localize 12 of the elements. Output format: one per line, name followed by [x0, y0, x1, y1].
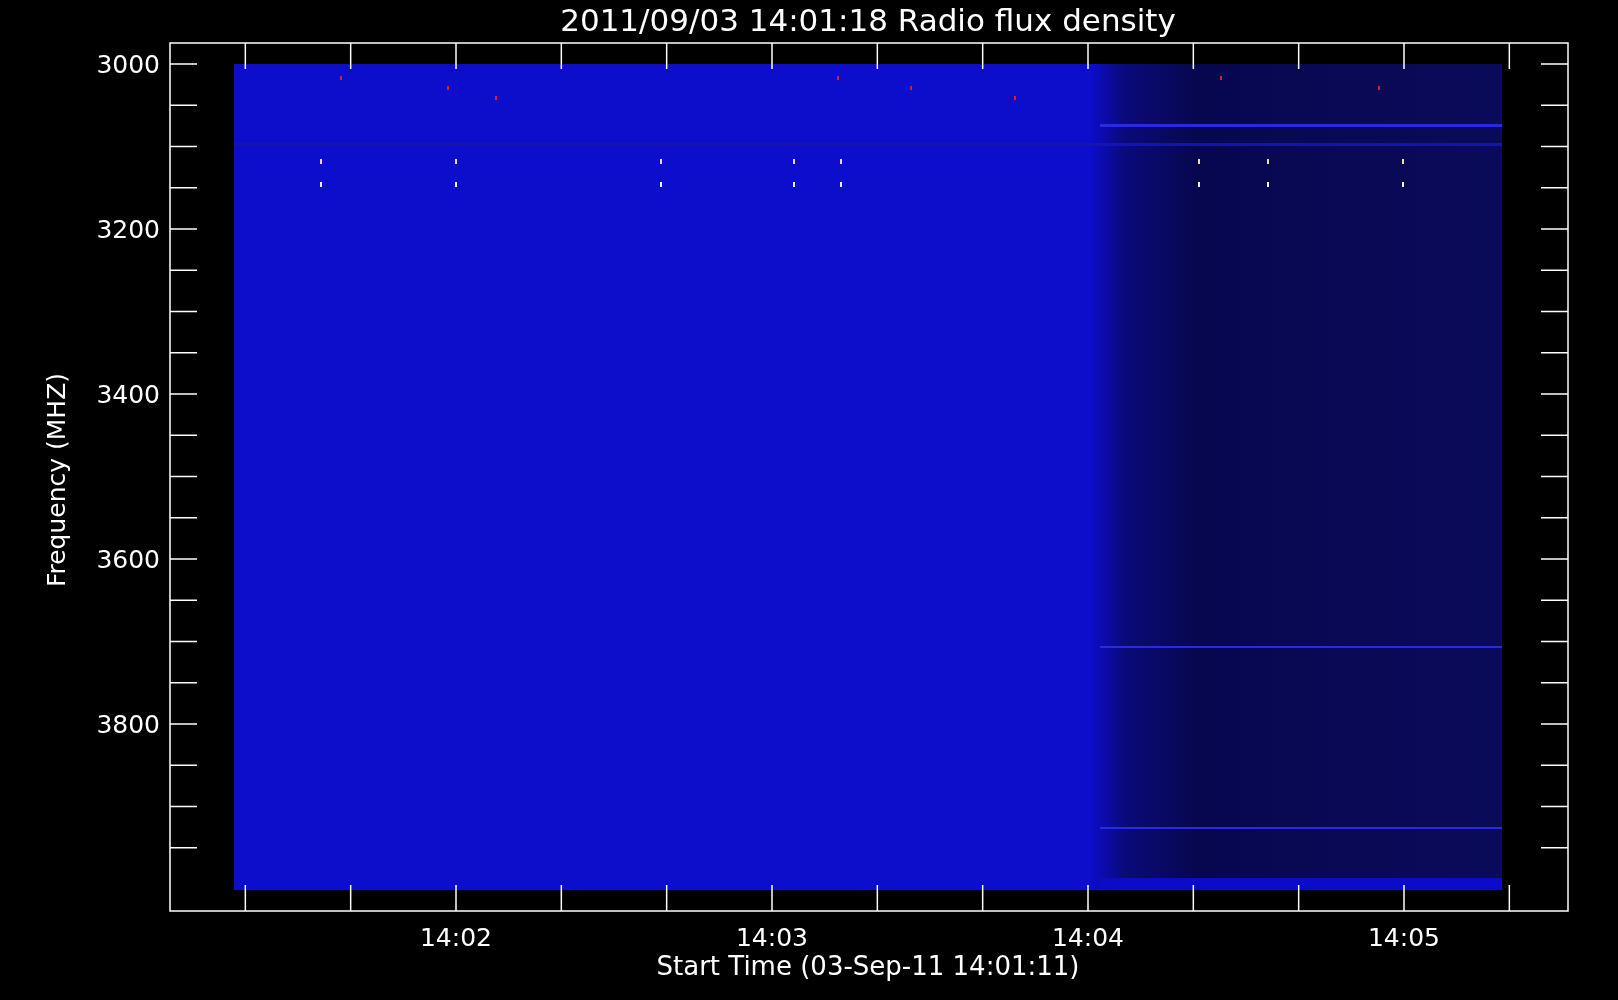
y-tick-label: 3000: [96, 50, 160, 79]
x-tick-label: 14:03: [736, 923, 808, 952]
y-tick-label: 3600: [96, 545, 160, 574]
chart-title: 2011/09/03 14:01:18 Radio flux density: [560, 2, 1176, 38]
y-axis-label: Frequency (MHZ): [42, 372, 71, 588]
x-axis-label: Start Time (03-Sep-11 14:01:11): [656, 951, 1080, 981]
x-tick-label: 14:05: [1368, 923, 1440, 952]
y-tick-label: 3800: [96, 710, 160, 739]
y-tick-label: 3200: [96, 215, 160, 244]
y-tick-label: 3400: [96, 380, 160, 409]
x-tick-label: 14:04: [1052, 923, 1124, 952]
x-tick-label: 14:02: [420, 923, 492, 952]
